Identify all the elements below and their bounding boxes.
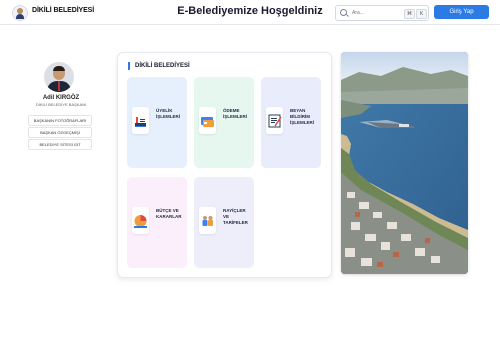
card-label: BEYAN BİLDİRİM İŞLEMLERİ [290, 108, 315, 125]
link-mayor-biography[interactable]: BAŞKAN ÖZGEÇMİŞİ [28, 127, 92, 138]
card-label: BÜTÇE VE KARARLAR [156, 208, 182, 219]
brand-name[interactable]: DİKİLİ BELEDİYESİ [32, 7, 94, 14]
login-button[interactable]: Giriş Yap [434, 5, 489, 19]
membership-icon [132, 107, 149, 134]
mayor-name: Adil KIRGÖZ [42, 95, 80, 101]
budget-chart-icon [132, 207, 149, 234]
search-box[interactable]: ⌘ K [335, 5, 429, 21]
search-icon [340, 9, 347, 16]
search-input[interactable] [352, 8, 392, 17]
card-label: ÜYELİK İŞLEMLERİ [156, 108, 181, 119]
shortcut-k-key: K [416, 9, 427, 19]
declaration-form-icon [266, 107, 283, 134]
top-header: DİKİLİ BELEDİYESİ E-Belediyemize Hoşgeld… [0, 0, 500, 25]
dikili-coast-photo [341, 52, 468, 274]
panel-title: DİKİLİ BELEDİYESİ [128, 62, 190, 70]
shortcut-mod-key: ⌘ [404, 9, 415, 19]
services-panel: DİKİLİ BELEDİYESİ ÜYELİK İŞLEMLERİ ÖDEME… [117, 52, 332, 278]
payment-card-icon [199, 107, 216, 134]
card-label: RAYİÇLER VE TARİFELER [223, 208, 248, 225]
card-declaration[interactable]: BEYAN BİLDİRİM İŞLEMLERİ [261, 77, 321, 168]
page-title: E-Belediyemize Hoşgeldiniz [177, 5, 323, 17]
tariff-people-icon [199, 207, 216, 234]
link-municipality-site[interactable]: BELEDİYE SİTESİ GİT [28, 139, 92, 150]
card-payment[interactable]: ÖDEME İŞLEMLERİ [194, 77, 254, 168]
municipality-logo-icon[interactable] [12, 5, 28, 21]
mayor-role: DİKİLİ BELEDİYE BAŞKANI [35, 102, 87, 107]
card-tariffs[interactable]: RAYİÇLER VE TARİFELER [194, 177, 254, 268]
avatar [44, 62, 74, 92]
card-membership[interactable]: ÜYELİK İŞLEMLERİ [127, 77, 187, 168]
card-label: ÖDEME İŞLEMLERİ [223, 108, 248, 119]
card-budget[interactable]: BÜTÇE VE KARARLAR [127, 177, 187, 268]
link-mayor-photos[interactable]: BAŞKANIN FOTOĞRAFLARI [28, 115, 92, 126]
